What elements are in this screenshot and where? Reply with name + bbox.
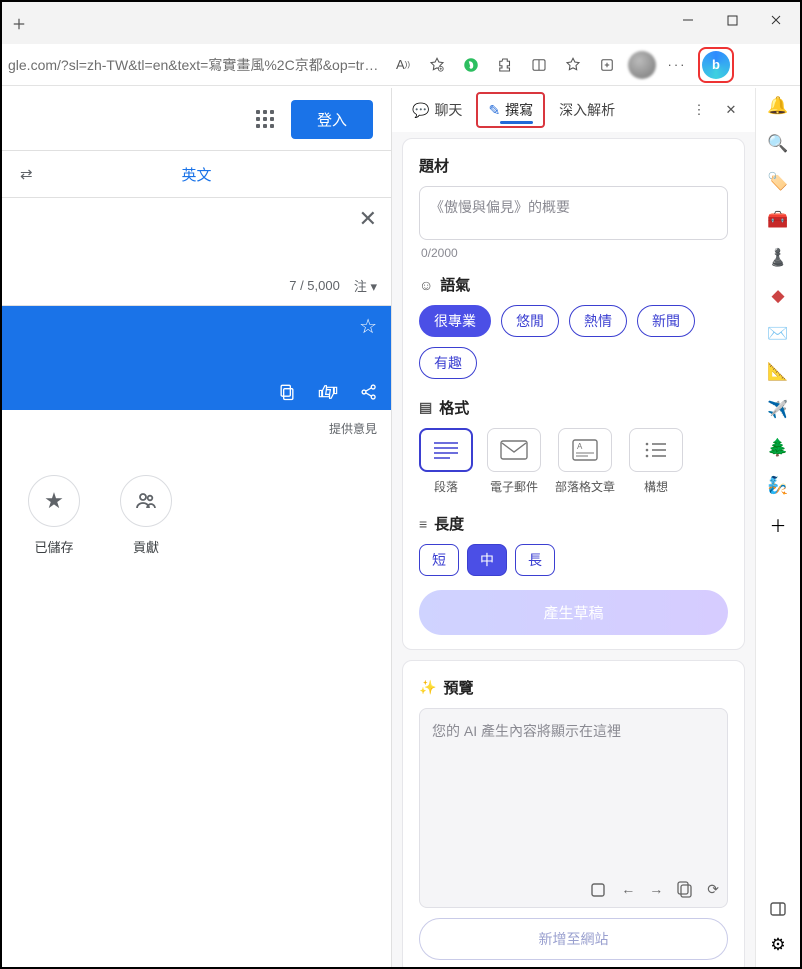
add-sidebar-icon[interactable]: ＋ xyxy=(766,512,790,536)
generate-draft-button[interactable]: 產生草稿 xyxy=(419,590,728,635)
compose-panel: 💬聊天 ✎撰寫 深入解析 ⋮ ✕ 題材 《傲慢與偏見》的概要 0/2000 ☺語… xyxy=(392,88,756,967)
window-titlebar xyxy=(2,2,800,44)
notifications-icon[interactable]: 🔔 xyxy=(766,94,790,118)
character-count: 7 / 5,000 xyxy=(289,278,340,293)
format-section-title: ▤格式 xyxy=(419,397,728,418)
target-language-label[interactable]: 英文 xyxy=(181,164,211,185)
bing-sidebar-button[interactable]: b xyxy=(698,47,734,83)
panel-more-icon[interactable]: ⋮ xyxy=(685,96,713,124)
close-button[interactable] xyxy=(754,2,798,38)
tab-compose[interactable]: ✎撰寫 xyxy=(476,92,545,128)
new-tab-button[interactable] xyxy=(4,10,34,38)
address-bar: gle.com/?sl=zh-TW&tl=en&text=寫實畫風%2C京都&o… xyxy=(2,44,800,86)
translation-result: ☆ xyxy=(2,306,391,410)
hide-sidebar-icon[interactable] xyxy=(766,897,790,921)
clear-text-icon[interactable]: ✕ xyxy=(359,206,377,232)
profile-avatar[interactable] xyxy=(628,51,656,79)
copy-preview-icon[interactable] xyxy=(677,881,693,899)
office-icon[interactable]: ◆ xyxy=(766,284,790,308)
outlook-icon[interactable]: ✉️ xyxy=(766,322,790,346)
add-to-site-button[interactable]: 新增至網站 xyxy=(419,918,728,960)
panel-close-icon[interactable]: ✕ xyxy=(717,96,745,124)
tone-funny[interactable]: 有趣 xyxy=(419,347,477,379)
length-long[interactable]: 長 xyxy=(515,544,555,576)
search-icon[interactable]: 🔍 xyxy=(766,132,790,156)
tone-section-title: ☺語氣 xyxy=(419,274,728,295)
google-apps-icon[interactable] xyxy=(253,107,277,131)
toolbox-icon[interactable]: 🧰 xyxy=(766,208,790,232)
extensions-icon[interactable] xyxy=(488,48,522,82)
length-section-title: ≡長度 xyxy=(419,513,728,534)
swap-languages-icon[interactable]: ⇄ xyxy=(20,165,33,183)
designer-icon[interactable]: 🧞 xyxy=(766,474,790,498)
contribute-label: 貢獻 xyxy=(133,537,159,556)
rate-translation-icon[interactable] xyxy=(317,382,339,402)
save-translation-icon[interactable]: ☆ xyxy=(359,314,377,339)
topic-char-count: 0/2000 xyxy=(419,240,728,260)
games-icon[interactable]: ♟️ xyxy=(766,246,790,270)
more-menu-icon[interactable]: ··· xyxy=(660,48,694,82)
evernote-icon[interactable] xyxy=(454,48,488,82)
favorite-icon[interactable] xyxy=(420,48,454,82)
settings-icon[interactable]: ⚙ xyxy=(766,933,790,957)
send-feedback-link[interactable]: 提供意見 xyxy=(2,410,391,447)
length-medium[interactable]: 中 xyxy=(467,544,507,576)
minimize-button[interactable] xyxy=(666,2,710,38)
edge-sidebar: 🔔 🔍 🏷️ 🧰 ♟️ ◆ ✉️ 📐 ✈️ 🌲 🧞 ＋ ⚙ xyxy=(756,88,800,967)
share-icon[interactable] xyxy=(359,382,379,402)
tab-insights[interactable]: 深入解析 xyxy=(549,94,625,126)
drop-icon[interactable]: 📐 xyxy=(766,360,790,384)
length-short[interactable]: 短 xyxy=(419,544,459,576)
saved-button[interactable]: ★ xyxy=(28,475,80,527)
prev-icon[interactable]: ← xyxy=(621,881,635,899)
preview-section-title: ✨預覽 xyxy=(419,677,728,698)
language-bar[interactable]: ⇄ 英文 xyxy=(2,150,391,198)
url-text[interactable]: gle.com/?sl=zh-TW&tl=en&text=寫實畫風%2C京都&o… xyxy=(6,55,386,75)
tab-chat[interactable]: 💬聊天 xyxy=(402,94,472,126)
read-aloud-icon[interactable]: A)) xyxy=(386,48,420,82)
collections-icon[interactable] xyxy=(590,48,624,82)
signin-button[interactable]: 登入 xyxy=(291,100,373,139)
topic-input[interactable]: 《傲慢與偏見》的概要 xyxy=(419,186,728,240)
shopping-icon[interactable]: 🏷️ xyxy=(766,170,790,194)
format-ideas[interactable] xyxy=(629,428,683,472)
saved-label: 已儲存 xyxy=(34,537,73,556)
contribute-button[interactable] xyxy=(120,475,172,527)
favorites-button[interactable] xyxy=(556,48,590,82)
notes-dropdown[interactable]: 注 ▾ xyxy=(354,276,377,295)
copy-icon[interactable] xyxy=(277,382,297,402)
split-screen-icon[interactable] xyxy=(522,48,556,82)
maximize-button[interactable] xyxy=(710,2,754,38)
next-icon[interactable]: → xyxy=(649,881,663,899)
panel-header: 💬聊天 ✎撰寫 深入解析 ⋮ ✕ xyxy=(392,88,755,132)
bing-icon: b xyxy=(702,51,730,79)
send-icon[interactable]: ✈️ xyxy=(766,398,790,422)
topic-section-title: 題材 xyxy=(419,155,728,176)
stop-icon[interactable] xyxy=(589,881,607,899)
tree-icon[interactable]: 🌲 xyxy=(766,436,790,460)
format-paragraph[interactable] xyxy=(419,428,473,472)
tone-enthusiastic[interactable]: 熱情 xyxy=(569,305,627,337)
tone-professional[interactable]: 很專業 xyxy=(419,305,491,337)
preview-output: 您的 AI 產生內容將顯示在這裡 ← → ⟳ xyxy=(419,708,728,908)
tab-strip xyxy=(4,2,34,38)
tone-news[interactable]: 新聞 xyxy=(637,305,695,337)
format-blog[interactable]: A xyxy=(558,428,612,472)
regenerate-icon[interactable]: ⟳ xyxy=(707,881,719,899)
translate-pane: 登入 ⇄ 英文 ✕ 7 / 5,000 注 ▾ ☆ 提供意見 ★ 已儲存 xyxy=(2,88,392,967)
format-email[interactable] xyxy=(487,428,541,472)
window-controls xyxy=(666,2,798,38)
svg-text:A: A xyxy=(577,442,583,451)
source-text-area[interactable]: ✕ 7 / 5,000 注 ▾ xyxy=(2,198,391,306)
tone-casual[interactable]: 悠閒 xyxy=(501,305,559,337)
